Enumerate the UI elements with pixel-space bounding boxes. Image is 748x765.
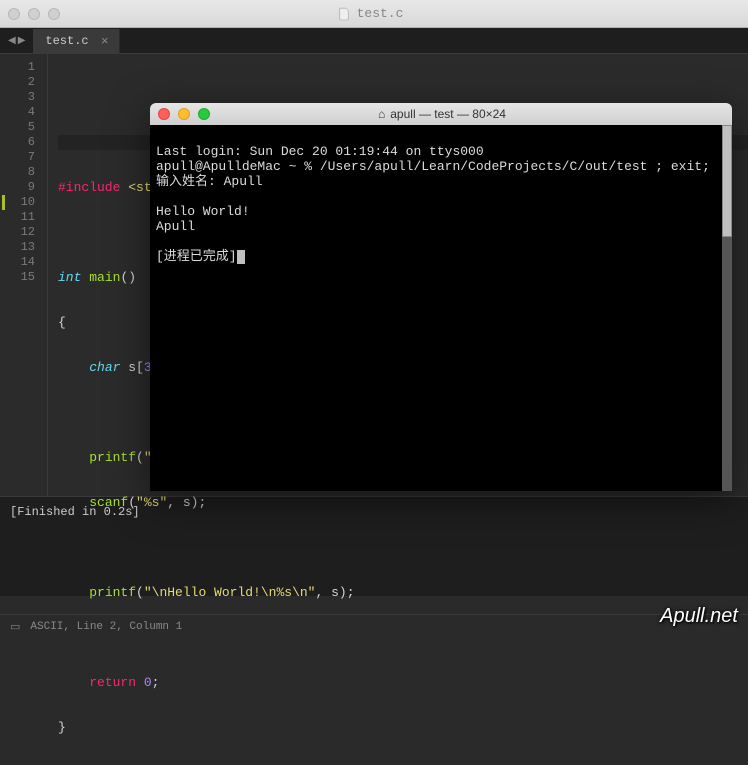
panel-icon[interactable]: ▭ xyxy=(10,620,20,634)
term-line: 输入姓名: Apull xyxy=(156,174,263,189)
linenum: 6 xyxy=(0,135,35,150)
nav-prev-icon[interactable]: ◀ xyxy=(8,35,16,47)
watermark: Apull.net xyxy=(660,605,738,628)
term-minimize-icon[interactable] xyxy=(178,108,190,120)
linenum: 11 xyxy=(0,210,35,225)
cursor-icon xyxy=(237,250,245,264)
titlebar: test.c xyxy=(0,0,748,28)
terminal-window[interactable]: ⌂ apull — test — 80×24 Last login: Sun D… xyxy=(150,103,732,491)
term-line: Hello World! xyxy=(156,204,250,219)
window-title: test.c xyxy=(60,6,740,21)
file-icon xyxy=(337,7,351,21)
tab-testc[interactable]: test.c × xyxy=(33,29,119,53)
linenum: 4 xyxy=(0,105,35,120)
line-gutter: 1 2 3 4 5 6 7 8 9 10 11 12 13 14 15 xyxy=(0,54,48,496)
linenum: 2 xyxy=(0,75,35,90)
nav-next-icon[interactable]: ▶ xyxy=(18,35,26,47)
tab-nav: ◀ ▶ xyxy=(0,35,33,47)
traffic-lights xyxy=(8,8,60,20)
maximize-icon[interactable] xyxy=(48,8,60,20)
close-icon[interactable] xyxy=(8,8,20,20)
build-status: [Finished in 0.2s] xyxy=(10,505,140,519)
linenum: 3 xyxy=(0,90,35,105)
term-line: Apull xyxy=(156,219,195,234)
tabbar: ◀ ▶ test.c × xyxy=(0,28,748,54)
linenum: 7 xyxy=(0,150,35,165)
linenum: 13 xyxy=(0,240,35,255)
terminal-body[interactable]: Last login: Sun Dec 20 01:19:44 on ttys0… xyxy=(150,125,732,491)
linenum: 5 xyxy=(0,120,35,135)
term-maximize-icon[interactable] xyxy=(198,108,210,120)
terminal-scrollbar[interactable] xyxy=(722,125,732,491)
term-line: Last login: Sun Dec 20 01:19:44 on ttys0… xyxy=(156,144,484,159)
minimize-icon[interactable] xyxy=(28,8,40,20)
linenum: 1 xyxy=(0,60,35,75)
term-close-icon[interactable] xyxy=(158,108,170,120)
term-line: [进程已完成] xyxy=(156,249,237,264)
home-icon: ⌂ xyxy=(378,107,385,121)
linenum: 12 xyxy=(0,225,35,240)
terminal-traffic-lights xyxy=(158,108,210,120)
tab-label: test.c xyxy=(45,34,88,48)
filename-label: test.c xyxy=(357,6,404,21)
scrollbar-thumb[interactable] xyxy=(722,125,732,237)
term-line: apull@ApulldeMac ~ % /Users/apull/Learn/… xyxy=(156,159,710,174)
tab-close-icon[interactable]: × xyxy=(101,34,109,49)
linenum: 10 xyxy=(21,195,35,209)
statusbar: ▭ ASCII, Line 2, Column 1 xyxy=(0,614,748,638)
terminal-title-label: apull — test — 80×24 xyxy=(390,107,506,121)
linenum: 9 xyxy=(0,180,35,195)
terminal-title: ⌂ apull — test — 80×24 xyxy=(210,107,724,121)
mod-marker xyxy=(2,195,5,210)
linenum: 15 xyxy=(0,270,35,285)
linenum: 14 xyxy=(0,255,35,270)
status-text: ASCII, Line 2, Column 1 xyxy=(30,621,182,633)
terminal-titlebar: ⌂ apull — test — 80×24 xyxy=(150,103,732,125)
linenum: 8 xyxy=(0,165,35,180)
